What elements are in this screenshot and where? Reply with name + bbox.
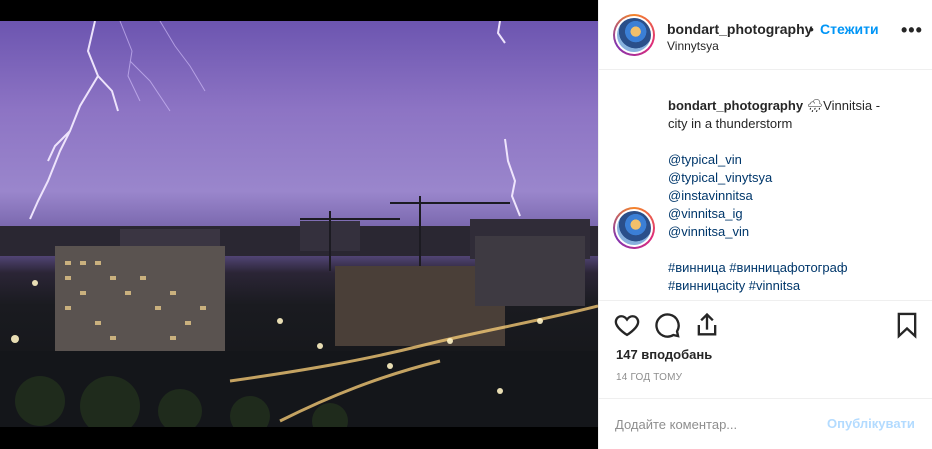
heart-icon[interactable] bbox=[613, 311, 641, 339]
caption-author-avatar[interactable] bbox=[613, 207, 655, 249]
publish-button[interactable]: Опублікувати bbox=[827, 416, 915, 431]
caption-text-line2: city in a thunderstorm bbox=[668, 116, 793, 131]
mention-link[interactable]: @typical_vinytsya bbox=[668, 169, 918, 187]
mention-link[interactable]: @vinnitsa_ig bbox=[668, 205, 918, 223]
post-caption: bondart_photography 🌧Vinnitsia - city in… bbox=[668, 97, 918, 295]
follow-button[interactable]: Стежити bbox=[820, 21, 879, 37]
share-icon[interactable] bbox=[693, 311, 721, 339]
post-actions bbox=[599, 311, 932, 341]
post-header: bondart_photography • Стежити Vinnytsya … bbox=[599, 0, 932, 70]
post-location[interactable]: Vinnytsya bbox=[667, 39, 719, 53]
likes-count[interactable]: 147 вподобань bbox=[616, 347, 712, 362]
caption-area: bondart_photography 🌧Vinnitsia - city in… bbox=[599, 71, 932, 301]
author-username[interactable]: bondart_photography bbox=[667, 21, 812, 37]
separator-dot: • bbox=[809, 21, 814, 37]
avatar-image bbox=[617, 18, 651, 52]
photo-pane bbox=[0, 0, 598, 449]
mention-link[interactable]: @instavinnitsa bbox=[668, 187, 918, 205]
hashtags-line2[interactable]: #винницаcity #vinnitsa bbox=[668, 277, 918, 295]
thunderstorm-city-image bbox=[0, 21, 598, 427]
comment-icon[interactable] bbox=[653, 311, 681, 339]
mention-link[interactable]: @vinnitsa_vin bbox=[668, 223, 918, 241]
post-sidebar: bondart_photography • Стежити Vinnytsya … bbox=[598, 0, 932, 449]
post-photo[interactable] bbox=[0, 21, 598, 427]
more-options-icon[interactable]: ••• bbox=[901, 20, 923, 41]
post-timestamp[interactable]: 14 ГОД ТОМУ bbox=[616, 372, 682, 383]
caption-username[interactable]: bondart_photography bbox=[668, 98, 803, 113]
avatar-image bbox=[617, 211, 651, 245]
comment-input[interactable] bbox=[615, 415, 815, 433]
bookmark-icon[interactable] bbox=[893, 311, 921, 339]
comment-bar: Опублікувати bbox=[599, 398, 932, 449]
mention-link[interactable]: @typical_vin bbox=[668, 151, 918, 169]
hashtags-line1[interactable]: #винница #винницафотограф bbox=[668, 259, 918, 277]
author-avatar[interactable] bbox=[613, 14, 655, 56]
caption-text-line1: 🌧Vinnitsia - bbox=[806, 98, 881, 113]
